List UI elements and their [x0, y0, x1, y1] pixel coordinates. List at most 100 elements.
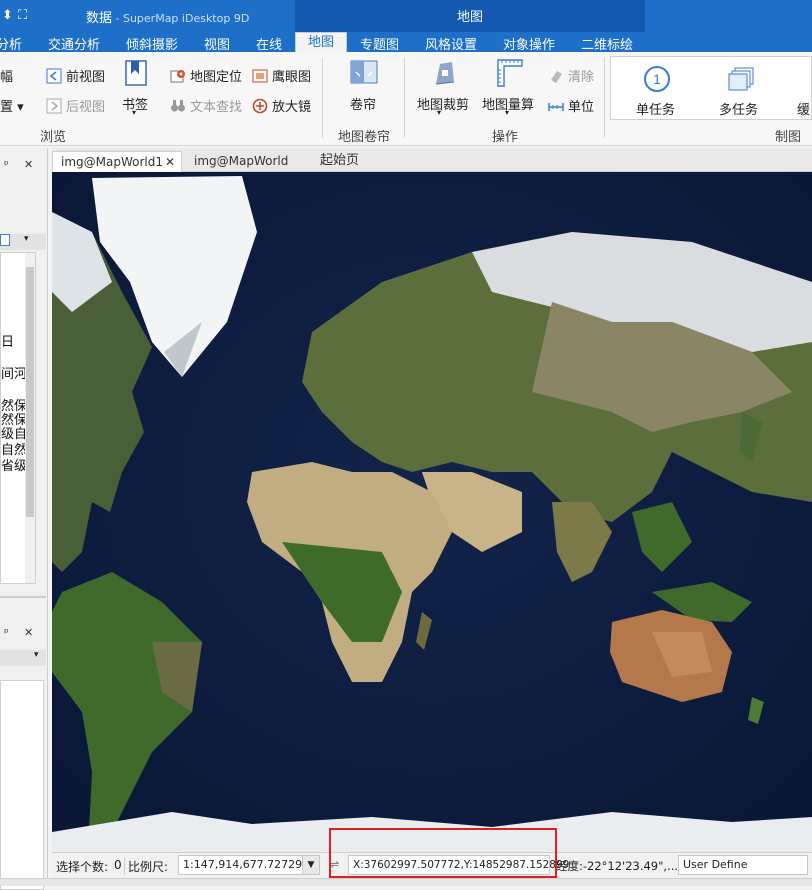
scale-input[interactable]: 1:147,914,677.727296: [178, 855, 320, 875]
unit-button[interactable]: 单位: [548, 96, 594, 115]
locate-icon: [170, 70, 185, 83]
panel-dropdown-icon[interactable]: ▾: [34, 650, 39, 660]
multi-task-icon: [727, 67, 755, 96]
tree-item-partial[interactable]: 然保: [1, 414, 27, 427]
doc-tab-active[interactable]: img@MapWorld1 ✕: [52, 151, 182, 172]
lonlat-readout: 经度:-22°12'23.49",...: [556, 859, 679, 873]
selected-count-value: 0: [114, 858, 122, 872]
window-title: 数据 - SuperMap iDesktop 9D: [86, 11, 250, 26]
ruler-icon: [496, 58, 524, 91]
panel-divider: [0, 596, 46, 598]
svg-text:1: 1: [653, 71, 661, 87]
coordinate-readout: X:37602997.507772,Y:14852987.152899: [348, 855, 569, 875]
task-gallery: 1 单任务 多任务 缓: [610, 56, 812, 120]
tree-scrollbar[interactable]: [25, 253, 35, 583]
swipe-button[interactable]: 卷帘: [350, 94, 376, 113]
pin-icon[interactable]: ᵖ: [4, 626, 9, 639]
bookmark-dropdown-icon[interactable]: ▾: [132, 108, 136, 117]
scale-label: 比例尺:: [128, 860, 169, 874]
group-divider: [322, 58, 323, 138]
doc-tab[interactable]: img@MapWorld: [186, 151, 296, 172]
browse-group-label: 浏览: [40, 130, 67, 145]
single-task-icon: 1: [643, 65, 671, 96]
measure-dropdown-icon[interactable]: ▾: [505, 108, 509, 117]
prev-view-icon: [46, 68, 62, 84]
operate-group-label: 操作: [492, 130, 519, 145]
panel-dropdown-icon[interactable]: ▾: [24, 234, 29, 244]
tab-traffic-analysis[interactable]: 交通分析: [48, 34, 100, 53]
tree-item-partial[interactable]: 然保: [1, 400, 27, 413]
tab-map[interactable]: 地图: [295, 32, 348, 54]
unit-icon: [548, 103, 564, 111]
quick-access-icon[interactable]: ⬍: [2, 8, 13, 23]
swipe-group-label: 地图卷帘: [338, 130, 391, 145]
panel-toolbar: ▾: [0, 650, 46, 666]
doc-tab-start-page[interactable]: 起始页: [312, 151, 367, 172]
tree-item-partial[interactable]: 级自: [1, 428, 27, 441]
coordinate-lock-icon[interactable]: ⇌: [330, 858, 339, 871]
world-satellite-imagery: [52, 172, 812, 852]
tree-item-partial[interactable]: 间河: [1, 368, 27, 381]
projection-field[interactable]: User Define: [678, 855, 808, 875]
eraser-icon: [551, 71, 562, 83]
close-icon[interactable]: ✕: [165, 152, 175, 172]
layer-list[interactable]: [0, 680, 44, 890]
eagle-eye-icon: [252, 69, 268, 83]
tree-item-partial[interactable]: 省级: [1, 460, 27, 473]
map-locate-button[interactable]: 地图定位: [170, 66, 242, 85]
map-canvas[interactable]: [52, 172, 812, 852]
pin-icon[interactable]: ᵖ: [4, 158, 9, 171]
tab-thematic-map[interactable]: 专题图: [360, 34, 399, 53]
clear-button[interactable]: 清除: [548, 66, 594, 85]
tab-analysis[interactable]: 分析: [0, 34, 22, 53]
magnifier-icon: [252, 98, 268, 114]
tree-scroll-thumb[interactable]: [26, 267, 34, 517]
group-divider: [604, 58, 605, 138]
cache-task-button-partial[interactable]: 缓: [797, 99, 810, 118]
tab-2d-plotting[interactable]: 二维标绘: [581, 34, 633, 53]
partial-full-extent-button[interactable]: 幅: [0, 66, 13, 85]
fullscreen-icon[interactable]: ⛶: [18, 8, 27, 23]
close-icon[interactable]: ✕: [24, 626, 33, 639]
bottom-border: [0, 878, 812, 886]
tab-object-operations[interactable]: 对象操作: [503, 34, 555, 53]
prev-view-button[interactable]: 前视图: [46, 66, 105, 85]
layer-tree[interactable]: 日 间河 然保 然保 级自 自然 省级: [0, 252, 36, 584]
panel-expand-icon[interactable]: [0, 234, 10, 246]
magnifier-button[interactable]: 放大镜: [252, 96, 311, 115]
tree-item-partial[interactable]: 日: [1, 336, 14, 349]
tab-style-settings[interactable]: 风格设置: [425, 34, 477, 53]
swipe-icon: [350, 60, 378, 89]
single-task-button[interactable]: 单任务: [636, 99, 675, 118]
clip-icon: [432, 60, 458, 91]
next-view-icon: [46, 98, 62, 114]
clip-dropdown-icon[interactable]: ▾: [437, 108, 441, 117]
next-view-button[interactable]: 后视图: [46, 96, 105, 115]
partial-settings-button[interactable]: 置 ▾: [0, 96, 24, 115]
layers-panel-header: ᵖ ✕: [0, 626, 46, 644]
eagle-eye-button[interactable]: 鹰眼图: [252, 66, 311, 85]
status-divider: [124, 857, 125, 875]
tab-oblique-photography[interactable]: 倾斜摄影: [126, 34, 178, 53]
close-icon[interactable]: ✕: [24, 158, 33, 171]
binoculars-icon: [171, 100, 185, 112]
tab-online[interactable]: 在线: [256, 34, 282, 53]
selected-count-label: 选择个数:: [56, 860, 109, 874]
left-dock-panel: ᵖ ✕ ▾ 日 间河 然保 然保 级自 自然 省级 ᵖ ✕ ▾: [0, 148, 48, 890]
map-clip-button[interactable]: 地图裁剪: [417, 94, 469, 113]
tab-view[interactable]: 视图: [204, 34, 230, 53]
status-bar: 选择个数: 0 比例尺: 1:147,914,677.727296 ▼ ⇌ X:…: [52, 852, 812, 878]
panel-toolbar: ▾: [0, 234, 46, 250]
ribbon: 幅 置 ▾ 前视图 后视图 书签 ▾ 地图定位 文本查找 鹰眼图 放大镜 浏览 …: [0, 52, 812, 146]
context-group-title: 地图: [456, 10, 483, 25]
group-divider: [404, 58, 405, 138]
text-find-button[interactable]: 文本查找: [170, 96, 242, 115]
scale-dropdown-icon[interactable]: ▼: [302, 855, 320, 875]
bookmark-icon: [124, 60, 148, 91]
multi-task-button[interactable]: 多任务: [719, 99, 758, 118]
ribbon-tab-row: 分析 交通分析 倾斜摄影 视图 在线 地图 专题图 风格设置 对象操作 二维标绘: [0, 32, 812, 54]
workspace-panel-header: ᵖ ✕: [0, 158, 46, 176]
document-tab-bar: img@MapWorld1 ✕ img@MapWorld 起始页: [52, 148, 812, 172]
make-group-label: 制图: [775, 130, 802, 145]
tree-item-partial[interactable]: 自然: [1, 444, 27, 457]
